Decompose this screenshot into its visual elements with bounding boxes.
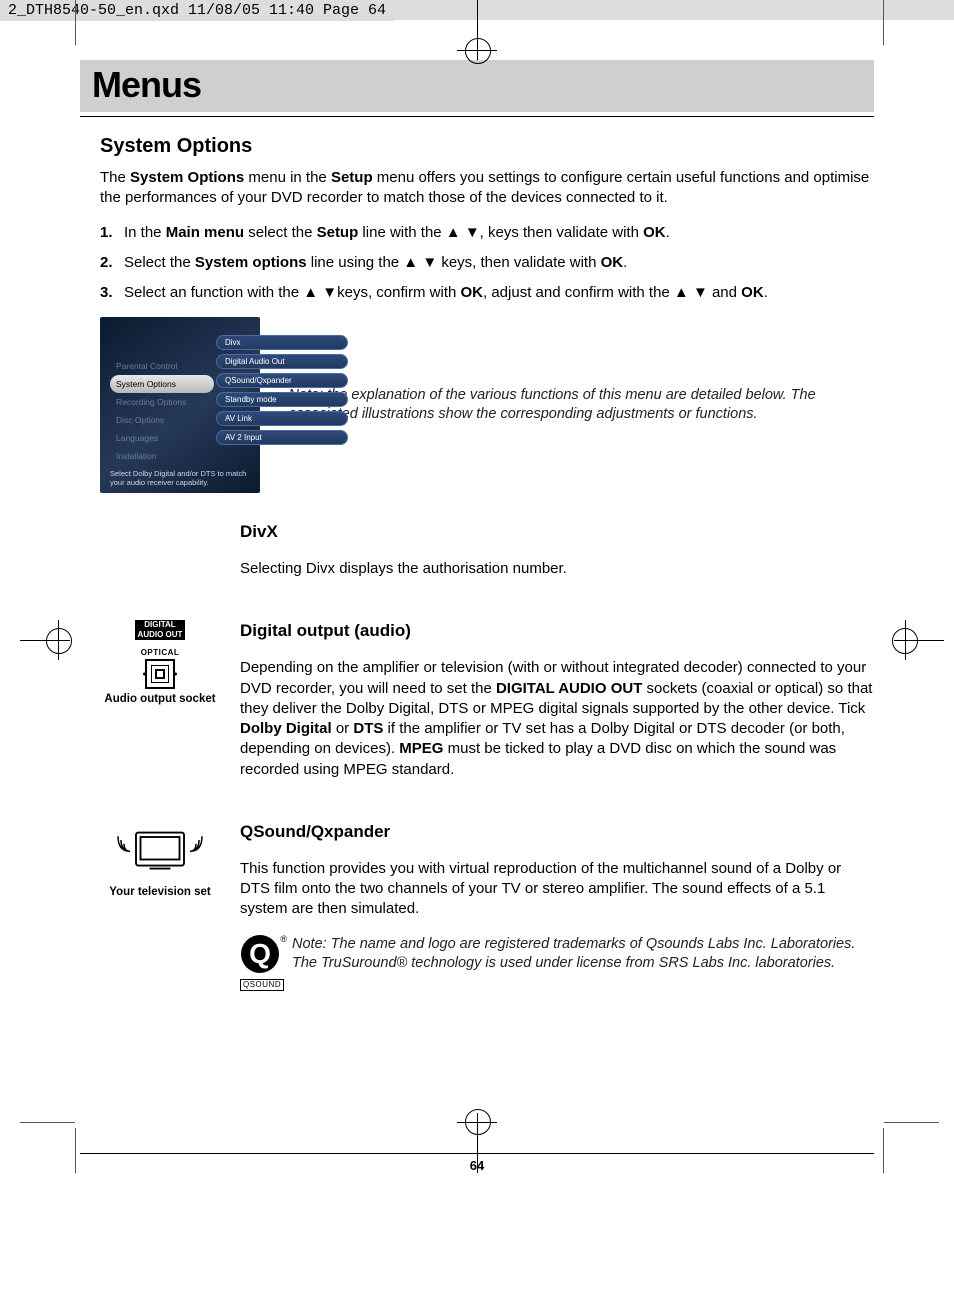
- osd-option: Digital Audio Out: [216, 354, 348, 369]
- osd-sidebar-item: Parental Control: [110, 357, 214, 375]
- osd-option: Standby mode: [216, 392, 348, 407]
- osd-option: AV 2 Input: [216, 430, 348, 445]
- crop-mark: [75, 0, 76, 45]
- osd-sidebar-item: Recording Options: [110, 393, 214, 411]
- section-heading: System Options: [100, 135, 874, 158]
- qsound-trademark-note: Note: The name and logo are registered t…: [292, 935, 874, 974]
- digital-output-heading: Digital output (audio): [240, 620, 874, 643]
- digital-audio-out-socket-icon: DIGITAL AUDIO OUT OPTICAL: [135, 620, 186, 689]
- qsound-body: This function provides you with virtual …: [240, 859, 874, 920]
- registration-mark-top: [457, 0, 497, 60]
- digital-output-body: Depending on the amplifier or television…: [240, 658, 874, 780]
- osd-menu-screenshot: Parental Control System Options Recordin…: [100, 317, 260, 493]
- crop-mark: [20, 1122, 75, 1123]
- television-icon: [100, 825, 220, 883]
- title-rule: [80, 116, 874, 117]
- divx-body: Selecting Divx displays the authorisatio…: [240, 559, 874, 579]
- divx-heading: DivX: [240, 521, 874, 544]
- osd-option: Divx: [216, 335, 348, 350]
- osd-sidebar-item: Installation: [110, 447, 214, 465]
- step-1: 1. In the Main menu select the Setup lin…: [100, 223, 874, 243]
- qsound-logo-icon: Q ® QSOUND: [240, 935, 280, 993]
- chapter-title: Menus: [92, 64, 862, 106]
- registration-mark-right: [894, 620, 944, 660]
- osd-sidebar-item-selected: System Options: [110, 375, 214, 393]
- file-slug: 2_DTH8540-50_en.qxd 11/08/05 11:40 Page …: [0, 0, 394, 21]
- step-3: 3. Select an function with the ▲ ▼keys, …: [100, 283, 874, 303]
- crop-mark: [75, 1128, 76, 1173]
- osd-sidebar-item: Languages: [110, 429, 214, 447]
- osd-option: QSound/Qxpander: [216, 373, 348, 388]
- steps-list: 1. In the Main menu select the Setup lin…: [100, 223, 874, 304]
- crop-mark: [883, 1128, 884, 1173]
- tv-caption: Your television set: [100, 886, 220, 900]
- chapter-title-bar: Menus: [80, 60, 874, 112]
- registration-mark-bottom: [457, 1113, 497, 1173]
- crop-mark: [883, 0, 884, 45]
- registration-mark-left: [20, 620, 70, 660]
- osd-explanation-note: Note: the explanation of the various fun…: [288, 386, 874, 425]
- osd-hint-text: Select Dolby Digital and/or DTS to match…: [110, 469, 250, 487]
- osd-sidebar-item: Disc Options: [110, 411, 214, 429]
- crop-mark: [884, 1122, 939, 1123]
- audio-socket-caption: Audio output socket: [100, 693, 220, 707]
- step-2: 2. Select the System options line using …: [100, 253, 874, 273]
- qsound-heading: QSound/Qxpander: [240, 821, 874, 844]
- intro-paragraph: The System Options menu in the Setup men…: [100, 168, 874, 209]
- osd-option: AV Link: [216, 411, 348, 426]
